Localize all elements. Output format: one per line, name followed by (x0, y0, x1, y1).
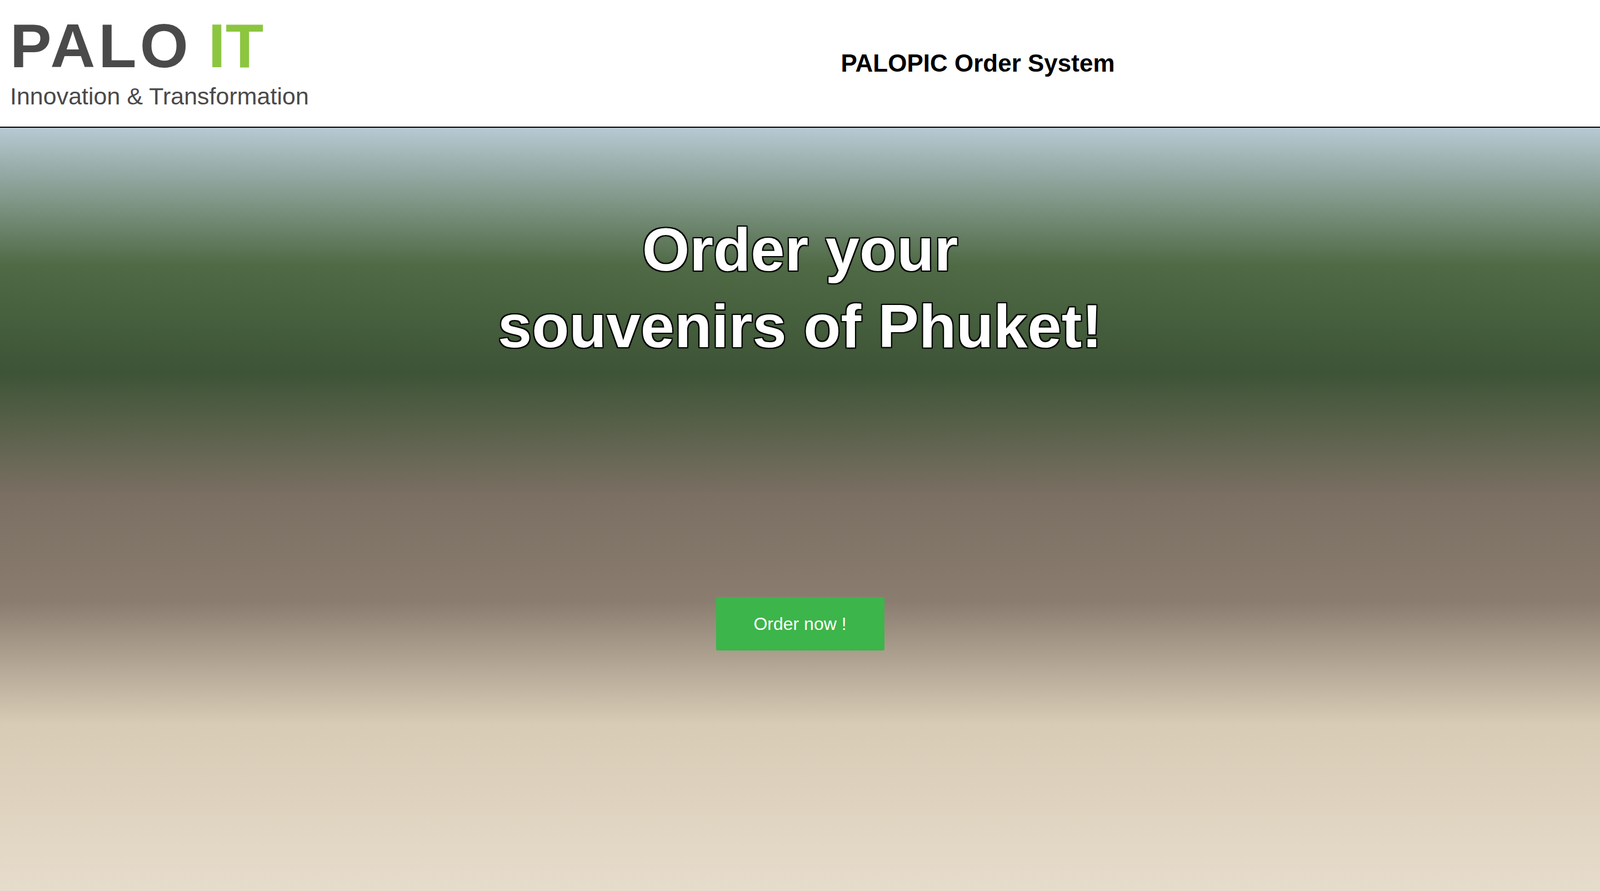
logo[interactable]: PALO ITInnovation & Transformation (10, 15, 366, 112)
hero-heading-line: souvenirs of Phuket! (497, 287, 1103, 365)
hero: Order yoursouvenirs of Phuket! Order now … (0, 127, 1600, 891)
logo-accent: IT (208, 15, 264, 78)
order-now-button[interactable]: Order now ! (716, 597, 885, 651)
logo-tagline: Innovation & Transformation (10, 81, 366, 112)
hero-heading-line: Order your (642, 211, 958, 288)
header: PALO ITInnovation & Transformation PALOPIC… (0, 0, 1600, 128)
hero-heading: Order yoursouvenirs of Phuket! (497, 211, 1103, 364)
page-title: PALOPIC Order System (840, 45, 1115, 82)
page: PALO ITInnovation & Transformation PALOPIC… (0, 0, 1600, 891)
logo-mark: PALO (10, 15, 192, 78)
